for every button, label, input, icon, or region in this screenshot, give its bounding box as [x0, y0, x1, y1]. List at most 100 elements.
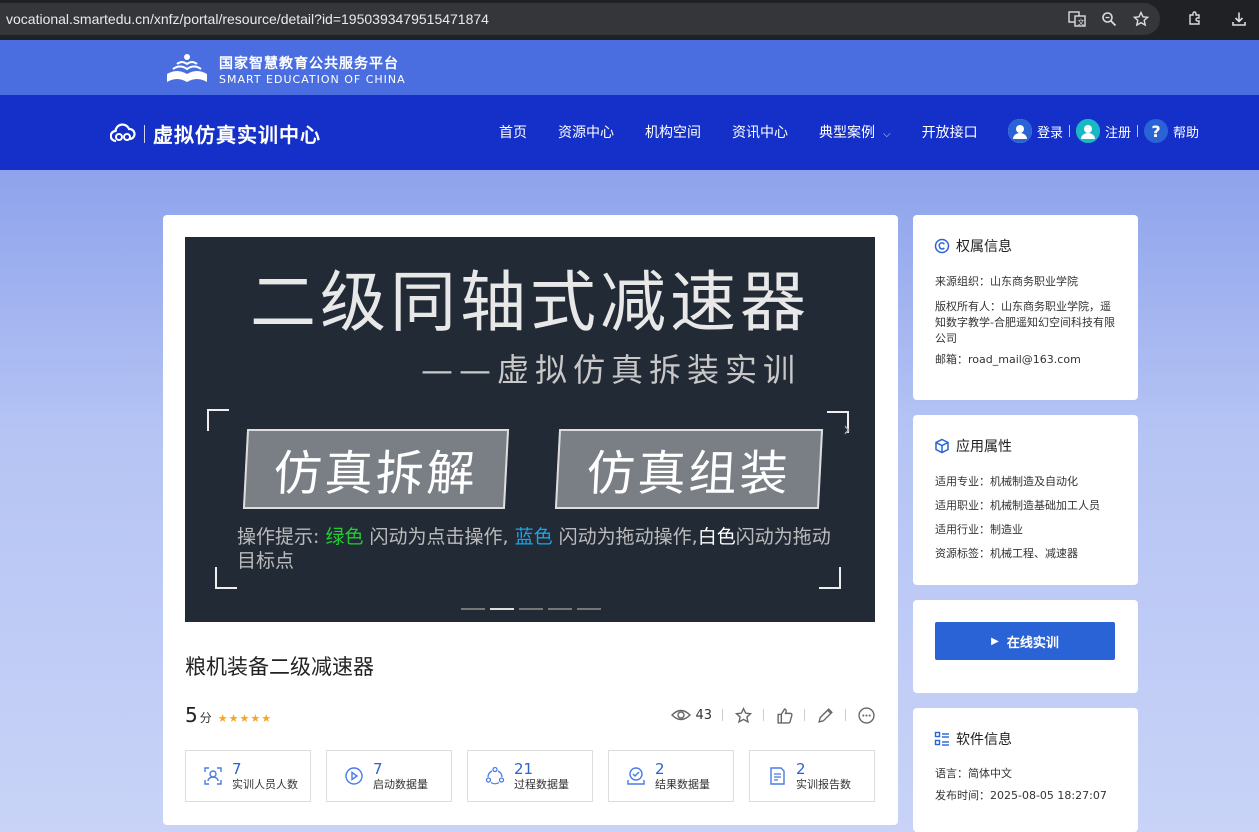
tip-white: 白色 — [697, 526, 736, 548]
nav-item-cases-label: 典型案例 — [819, 125, 875, 141]
platform-logo[interactable]: 国家智慧教育公共服务平台 SMART EDUCATION OF CHINA — [163, 52, 406, 86]
online-training-label: 在线实训 — [1006, 635, 1059, 651]
application-card: 应用属性 适用专业：机械制造及自动化 适用职业：机械制造基础加工人员 适用行业：… — [913, 415, 1138, 585]
brand-divider — [144, 124, 145, 143]
book-logo-icon — [167, 54, 207, 82]
bookmark-star-icon[interactable] — [1131, 9, 1151, 29]
stat-label: 结果数据量 — [655, 777, 710, 791]
carousel-dot[interactable] — [548, 608, 572, 610]
resource-detail-card: 二级同轴式减速器 ——虚拟仿真拆装实训 仿真拆解 仿真组装 操作提示: 绿色 闪… — [163, 215, 898, 825]
nav-item-cases[interactable]: 典型案例 ⌵ — [819, 122, 891, 142]
action-divider — [763, 709, 764, 721]
cube-icon — [934, 438, 950, 454]
publish-time: 发布时间：2025-08-05 18:27:07 — [935, 789, 1107, 802]
carousel-dot[interactable] — [490, 608, 514, 610]
stat-reports: 2 实训报告数 — [749, 750, 875, 802]
person-frame-icon — [202, 765, 224, 787]
download-icon[interactable] — [1229, 9, 1249, 29]
cycle-icon — [484, 765, 506, 787]
edit-pencil-icon[interactable] — [815, 705, 835, 725]
software-card: 软件信息 语言：简体中文 发布时间：2025-08-05 18:27:07 — [913, 708, 1138, 832]
list-grid-icon — [934, 731, 950, 747]
stat-process: 21 过程数据量 — [467, 750, 593, 802]
extensions-icon[interactable] — [1185, 9, 1205, 29]
report-icon — [766, 765, 788, 787]
resource-score: 5 分 ★★★★★ — [185, 703, 272, 727]
statistics-row: 7 实训人员人数 7 启动数据量 21 过程数据量 2 结果数据量 2 实训报告数 — [185, 750, 875, 802]
more-options-icon[interactable] — [856, 705, 876, 725]
software-heading-text: 软件信息 — [956, 732, 1012, 748]
tip-mid2: 闪动为拖动操作, — [552, 526, 698, 548]
online-training-button[interactable]: ▶ 在线实训 — [935, 622, 1115, 660]
stat-label: 实训人员人数 — [232, 777, 298, 791]
action-divider — [804, 709, 805, 721]
address-bar[interactable]: vocational.smartedu.cn/xnfz/portal/resou… — [0, 3, 1160, 35]
ownership-heading-text: 权属信息 — [956, 239, 1012, 255]
banner-headline: 二级同轴式减速器 — [250, 264, 810, 341]
stat-label: 启动数据量 — [373, 777, 428, 791]
online-training-card: ▶ 在线实训 — [913, 600, 1138, 693]
tip-green: 绿色 — [325, 526, 364, 548]
application-heading-text: 应用属性 — [956, 439, 1012, 455]
translate-icon[interactable]: 文 — [1067, 9, 1087, 29]
cloud-logo-icon — [110, 122, 136, 142]
nav-item-home[interactable]: 首页 — [499, 122, 527, 142]
applicable-job: 适用职业：机械制造基础加工人员 — [935, 499, 1100, 512]
action-divider — [845, 709, 846, 721]
source-org: 来源组织：山东商务职业学院 — [935, 275, 1078, 288]
register-link[interactable]: 注册 — [1105, 122, 1131, 141]
stat-value: 7 — [373, 759, 383, 778]
copyright-owner: 版权所有人：山东商务职业学院，遥知数字教学-合肥遥知幻空间科技有限公司 — [935, 300, 1115, 345]
register-avatar-icon — [1076, 119, 1101, 143]
banner-subline: ——虚拟仿真拆装实训 — [421, 351, 802, 389]
auth-divider — [1137, 125, 1139, 137]
resource-tags: 资源标签：机械工程、减速器 — [935, 547, 1078, 560]
stat-label: 过程数据量 — [514, 777, 569, 791]
nav-item-news[interactable]: 资讯中心 — [732, 122, 788, 142]
tip-blue: 蓝色 — [514, 526, 553, 548]
stat-label: 实训报告数 — [796, 777, 851, 791]
stat-trainees: 7 实训人员人数 — [185, 750, 311, 802]
stat-results: 2 结果数据量 — [608, 750, 734, 802]
applicable-major: 适用专业：机械制造及自动化 — [935, 475, 1078, 488]
contact-email: 邮箱：road_mail@163.com — [935, 353, 1081, 366]
stat-value: 2 — [655, 759, 665, 778]
carousel-dot[interactable] — [461, 608, 485, 610]
zoom-icon[interactable] — [1099, 9, 1119, 29]
score-unit: 分 — [199, 711, 212, 725]
carousel-next-icon[interactable]: › — [843, 417, 851, 441]
action-divider — [722, 709, 723, 721]
url-text[interactable]: vocational.smartedu.cn/xnfz/portal/resou… — [6, 11, 489, 27]
frame-corner — [207, 409, 229, 431]
nav-item-resources[interactable]: 资源中心 — [558, 122, 614, 142]
application-heading: 应用属性 — [934, 436, 1012, 456]
auth-links: 登录 注册 ? 帮助 — [1008, 119, 1199, 143]
stat-value: 2 — [796, 759, 806, 778]
help-link[interactable]: 帮助 — [1173, 122, 1199, 141]
browser-toolbar: vocational.smartedu.cn/xnfz/portal/resou… — [0, 0, 1259, 40]
carousel-dots — [461, 608, 601, 610]
stat-launches: 7 启动数据量 — [326, 750, 452, 802]
favorite-star-icon[interactable] — [733, 705, 753, 725]
chevron-down-icon: ⌵ — [883, 129, 891, 140]
applicable-industry: 适用行业：制造业 — [935, 523, 1023, 536]
ownership-card: 权属信息 来源组织：山东商务职业学院 版权所有人：山东商务职业学院，遥知数字教学… — [913, 215, 1138, 400]
nav-item-institutions[interactable]: 机构空间 — [645, 122, 701, 142]
nav-item-api[interactable]: 开放接口 — [922, 122, 978, 142]
ownership-heading: 权属信息 — [934, 236, 1012, 256]
login-link[interactable]: 登录 — [1037, 122, 1063, 141]
svg-text:文: 文 — [1078, 18, 1085, 27]
software-language: 语言：简体中文 — [935, 767, 1012, 780]
thumbs-up-icon[interactable] — [774, 705, 794, 725]
carousel-dot[interactable] — [577, 608, 601, 610]
simulated-assemble-button[interactable]: 仿真组装 — [554, 429, 824, 509]
brand-name: 虚拟仿真实训中心 — [153, 123, 321, 147]
site-brand[interactable]: 虚拟仿真实训中心 — [110, 119, 321, 148]
star-rating: ★★★★★ — [217, 712, 273, 725]
simulated-disassemble-button[interactable]: 仿真拆解 — [242, 429, 510, 509]
carousel-dot[interactable] — [519, 608, 543, 610]
score-value: 5 — [185, 703, 198, 727]
resource-carousel[interactable]: 二级同轴式减速器 ——虚拟仿真拆装实训 仿真拆解 仿真组装 操作提示: 绿色 闪… — [185, 237, 875, 622]
software-heading: 软件信息 — [934, 729, 1012, 749]
resource-actions: 43 — [671, 705, 876, 725]
